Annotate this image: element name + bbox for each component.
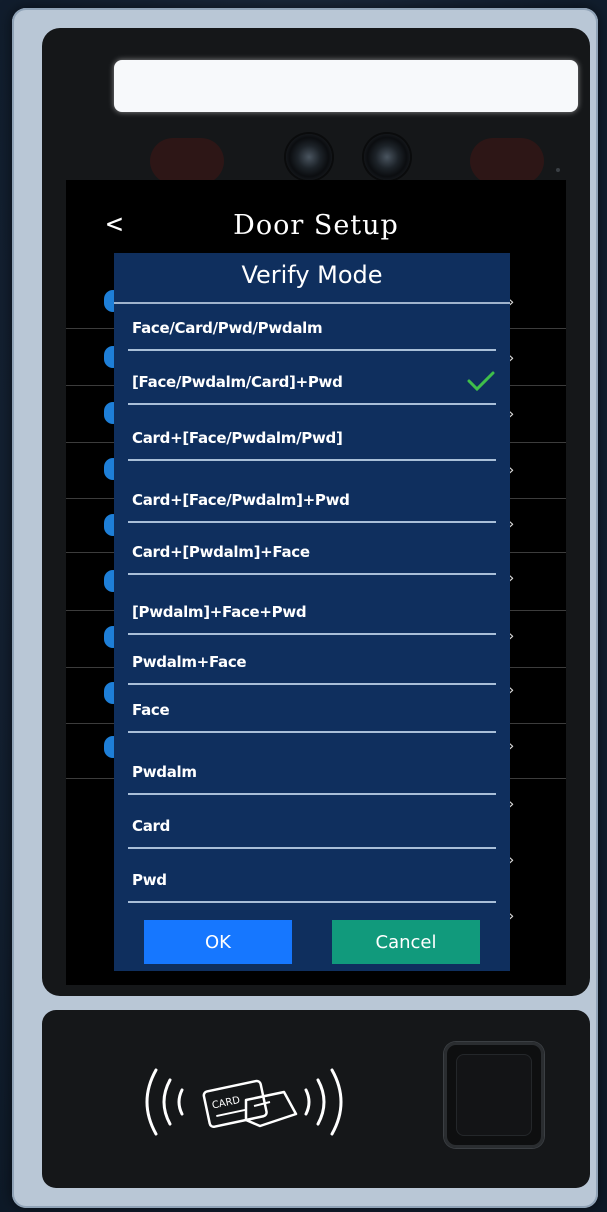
camera-icon — [286, 134, 332, 180]
ok-button[interactable]: OK — [144, 920, 292, 964]
option-label: Pwd — [132, 871, 167, 889]
fingerprint-sensor-icon[interactable] — [444, 1042, 544, 1148]
verify-mode-dialog: Verify Mode Face/Card/Pwd/Pwdalm [Face/Pw… — [114, 253, 510, 971]
access-control-device: < Door Setup › › › › › › › › › › › › Verify Mode Fa… — [12, 8, 598, 1208]
option-divider — [128, 521, 496, 523]
verify-mode-option[interactable]: [Pwdalm]+Face+Pwd — [114, 595, 510, 635]
verify-mode-option[interactable]: Pwdalm — [114, 755, 510, 795]
nfc-card-icon: CARD — [145, 1068, 343, 1136]
verify-mode-option[interactable]: [Face/Pwdalm/Card]+Pwd — [114, 365, 510, 405]
divider — [114, 302, 510, 304]
verify-mode-option[interactable]: Face/Card/Pwd/Pwdalm — [114, 311, 510, 351]
reader-panel: CARD — [42, 1010, 590, 1188]
option-divider — [128, 731, 496, 733]
option-label: Card+[Face/Pwdalm]+Pwd — [132, 491, 350, 509]
option-label: Card+[Face/Pwdalm/Pwd] — [132, 429, 343, 447]
verify-mode-option[interactable]: Card+[Face/Pwdalm]+Pwd — [114, 483, 510, 523]
verify-mode-option[interactable]: Card+[Pwdalm]+Face — [114, 535, 510, 575]
option-divider — [128, 403, 496, 405]
page-title: Door Setup — [233, 210, 399, 241]
option-label: Face/Card/Pwd/Pwdalm — [132, 319, 323, 337]
dialog-title: Verify Mode — [241, 261, 383, 289]
verify-mode-option[interactable]: Card+[Face/Pwdalm/Pwd] — [114, 421, 510, 461]
verify-mode-option[interactable]: Face — [114, 693, 510, 733]
option-label: Card — [132, 817, 171, 835]
camera-icon — [364, 134, 410, 180]
option-divider — [128, 847, 496, 849]
option-divider — [128, 573, 496, 575]
device-screen: < Door Setup › › › › › › › › › › › › Verify Mode Fa… — [66, 180, 566, 985]
option-label: Card+[Pwdalm]+Face — [132, 543, 310, 561]
verify-mode-option[interactable]: Pwd — [114, 863, 510, 903]
cancel-button[interactable]: Cancel — [332, 920, 480, 964]
light-sensor — [556, 168, 560, 172]
ir-light-right — [470, 138, 544, 184]
option-divider — [128, 459, 496, 461]
verify-mode-option[interactable]: Pwdalm+Face — [114, 645, 510, 685]
fill-light-bar — [114, 60, 578, 112]
option-divider — [128, 683, 496, 685]
verify-mode-option[interactable]: Card — [114, 809, 510, 849]
option-divider — [128, 633, 496, 635]
check-icon — [467, 371, 495, 392]
option-label: Face — [132, 701, 170, 719]
option-divider — [128, 901, 496, 903]
option-label: Pwdalm — [132, 763, 197, 781]
option-label: Pwdalm+Face — [132, 653, 247, 671]
option-label: [Pwdalm]+Face+Pwd — [132, 603, 307, 621]
option-label: [Face/Pwdalm/Card]+Pwd — [132, 373, 343, 391]
option-divider — [128, 349, 496, 351]
ir-light-left — [150, 138, 224, 184]
fingerprint-sensor-window — [456, 1054, 532, 1136]
option-divider — [128, 793, 496, 795]
